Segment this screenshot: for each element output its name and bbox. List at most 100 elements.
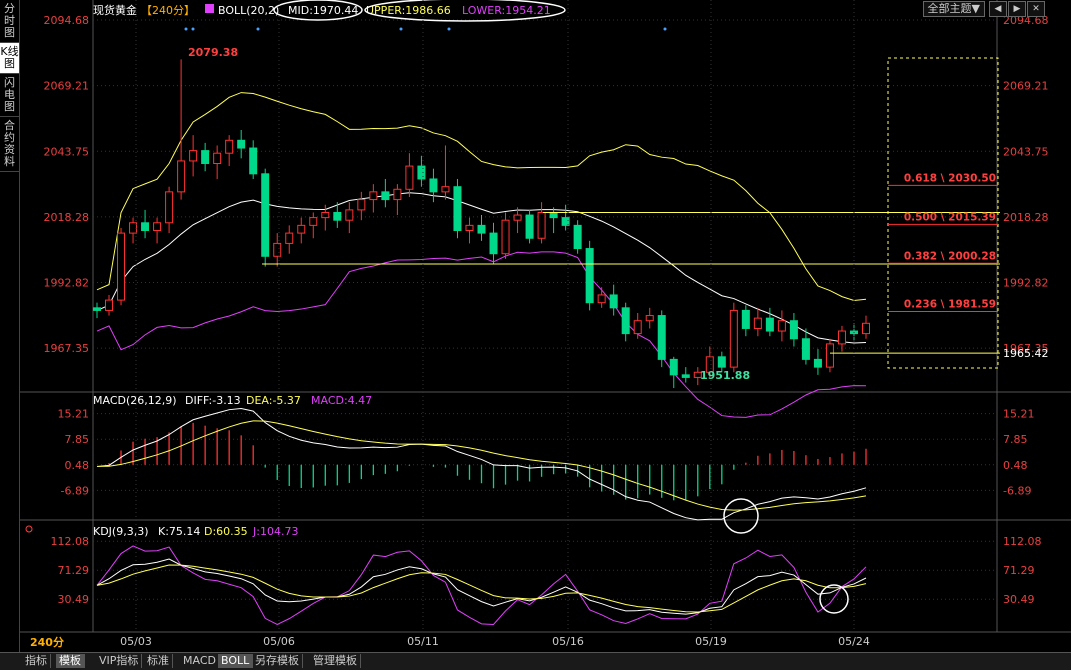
candle-body xyxy=(321,211,330,219)
candle-body xyxy=(309,217,318,226)
candle-body xyxy=(273,242,282,257)
period-label: 240分 xyxy=(30,635,64,649)
tab-contract-info[interactable]: 合约资料 xyxy=(0,117,19,172)
left-sidebar: 分时图 K线图 闪电图 合约资料 xyxy=(0,0,20,652)
tab-lightning-chart[interactable]: 闪电图 xyxy=(0,74,19,117)
candle-body xyxy=(105,299,114,311)
theme-select[interactable]: 全部主题▼ xyxy=(922,1,985,17)
event-marker xyxy=(191,27,195,31)
candle-body xyxy=(297,224,306,234)
candle-body xyxy=(417,165,426,180)
candle-body xyxy=(429,178,438,193)
boll-label: BOLL(20,2) xyxy=(218,4,279,17)
macd-y-tick: -6.89 xyxy=(61,484,89,497)
candle-body xyxy=(801,338,810,360)
candle-body xyxy=(813,358,822,368)
candle-body xyxy=(201,150,210,165)
macd-dea-label: DEA:-5.37 xyxy=(246,394,301,407)
candle-body xyxy=(177,160,186,193)
bottom-tab-1[interactable]: 模板 xyxy=(56,654,85,668)
last-price-label: 1965.42 xyxy=(1003,347,1049,360)
macd-y-tick-right: 7.85 xyxy=(1003,433,1028,446)
candle-body xyxy=(477,224,486,234)
event-marker xyxy=(256,27,260,31)
bottom-tab-2[interactable]: VIP指标 xyxy=(96,654,143,668)
bottom-tab-3[interactable]: 标准 xyxy=(144,654,173,668)
candle-body xyxy=(225,139,234,154)
bottom-tab-0[interactable]: 指标 xyxy=(22,654,51,668)
x-tick-label: 05/03 xyxy=(120,635,152,648)
bottom-tab-5[interactable]: BOLL xyxy=(218,654,254,668)
candle-body xyxy=(573,224,582,250)
macd-y-tick: 7.85 xyxy=(65,433,90,446)
candle-body xyxy=(549,211,558,219)
candle-body xyxy=(729,309,738,368)
macd-diff-label: DIFF:-3.13 xyxy=(185,394,241,407)
macd-label: MACD(26,12,9) xyxy=(93,394,177,407)
candle-body xyxy=(597,294,606,304)
bottom-tab-6[interactable]: 另存模板 xyxy=(252,654,303,668)
candle-body xyxy=(525,214,534,239)
close-button[interactable]: ✕ xyxy=(1027,1,1045,17)
candle-body xyxy=(237,139,246,149)
fib-label: 0.500 \ 2015.39 xyxy=(904,211,996,223)
x-tick-label: 05/19 xyxy=(695,635,727,648)
macd-y-tick: 15.21 xyxy=(58,408,90,421)
y-tick-label-right: 2043.75 xyxy=(1003,145,1049,158)
candle-body xyxy=(681,374,690,378)
kdj-y-tick: 112.08 xyxy=(51,535,90,548)
candle-body xyxy=(513,214,522,221)
fib-label: 0.382 \ 2000.28 xyxy=(904,250,996,262)
bottom-toolbar: 指标 模板 VIP指标 标准 MACD BOLL 另存模板 管理模板 xyxy=(0,652,1071,670)
candle-body xyxy=(213,152,222,165)
candle-body xyxy=(489,232,498,255)
candle-body xyxy=(345,209,354,221)
boll-color-swatch xyxy=(205,4,214,13)
candle-body xyxy=(129,222,138,234)
candle-body xyxy=(717,356,726,368)
kdj-y-tick-right: 71.29 xyxy=(1003,564,1035,577)
candle-body xyxy=(537,211,546,239)
candle-body xyxy=(381,191,390,201)
fib-label: 0.618 \ 2030.50 xyxy=(904,172,996,184)
x-tick-label: 05/11 xyxy=(407,635,439,648)
candle-body xyxy=(141,222,150,232)
kdj-y-tick-right: 112.08 xyxy=(1003,535,1042,548)
prev-button[interactable]: ◀ xyxy=(989,1,1007,17)
tab-kline-chart[interactable]: K线图 xyxy=(0,43,19,74)
candle-body xyxy=(117,232,126,301)
candle-body xyxy=(93,307,101,311)
y-tick-label: 1967.35 xyxy=(44,342,90,355)
candle-body xyxy=(441,186,450,193)
candle-body xyxy=(393,188,402,201)
bottom-tab-4[interactable]: MACD xyxy=(180,654,220,668)
event-marker xyxy=(399,27,403,31)
x-tick-label: 05/06 xyxy=(263,635,295,648)
candle-body xyxy=(333,211,342,221)
kdj-j-label: J:104.73 xyxy=(252,525,298,538)
chart-canvas[interactable]: 2094.68 2094.682069.21 2069.212043.75 2043.… xyxy=(0,0,1071,669)
event-marker xyxy=(184,27,188,31)
y-tick-label-right: 2069.21 xyxy=(1003,80,1049,93)
tab-time-chart[interactable]: 分时图 xyxy=(0,0,19,43)
boll-mid-label: MID:1970.44 xyxy=(288,4,358,17)
candle-body xyxy=(249,147,258,175)
next-button[interactable]: ▶ xyxy=(1008,1,1026,17)
kdj-label: KDJ(9,3,3) xyxy=(93,525,149,538)
y-tick-label-right: 2018.28 xyxy=(1003,211,1049,224)
y-tick-label: 2043.75 xyxy=(44,145,90,158)
bottom-tab-7[interactable]: 管理模板 xyxy=(310,654,361,668)
candle-body xyxy=(765,317,774,332)
y-tick-label: 2069.21 xyxy=(44,80,90,93)
x-tick-label: 05/16 xyxy=(552,635,584,648)
macd-y-tick-right: 15.21 xyxy=(1003,408,1035,421)
candle-body xyxy=(369,191,378,201)
candle-body xyxy=(609,294,618,309)
candle-body xyxy=(669,358,678,376)
candle-body xyxy=(862,322,870,335)
candle-body xyxy=(825,343,834,368)
candle-body xyxy=(405,165,414,190)
candle-body xyxy=(645,315,654,322)
event-marker xyxy=(663,27,667,31)
candle-body xyxy=(789,320,798,340)
